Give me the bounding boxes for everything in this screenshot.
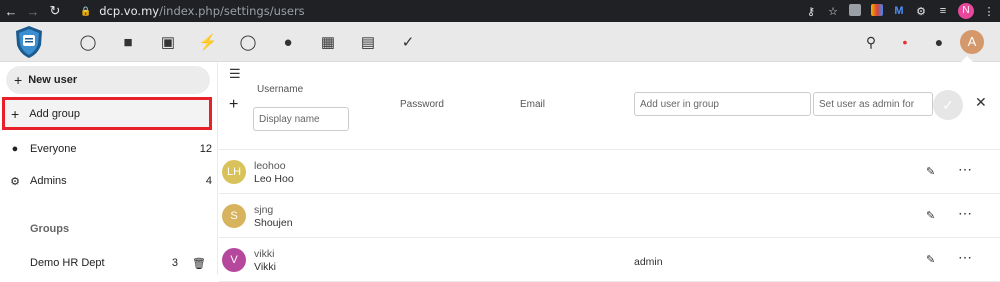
app-logo-icon[interactable] (14, 25, 44, 59)
browser-toolbar: ← → ↻ 🔒 dcp.vo.my/index.php/settings/use… (0, 0, 1000, 22)
table-row: V vikki Vikki admin ✎ ⋯ (219, 238, 1000, 282)
sidebar-item-label: Admins (30, 175, 67, 187)
files-folder-icon[interactable]: ■ (108, 22, 148, 62)
new-user-label: New user (28, 74, 78, 86)
username: vikki (254, 248, 275, 260)
edit-pencil-icon[interactable]: ✎ (926, 253, 935, 266)
admin-gear-icon: ⚙ (10, 175, 20, 188)
reading-list-icon[interactable]: ≡ (932, 5, 954, 17)
display-name: Vikki (254, 261, 276, 273)
add-group-label: Add group (29, 107, 80, 120)
contacts-menu-icon[interactable]: ● (922, 22, 956, 62)
display-name: Shoujen (254, 217, 293, 229)
sidebar-item-label: Everyone (30, 143, 77, 155)
email-label: Email (520, 99, 546, 110)
tasks-check-icon[interactable]: ✓ (388, 22, 428, 62)
confirm-add-button[interactable]: ✓ (933, 90, 963, 120)
sidebar-item-count: 4 (205, 175, 212, 187)
plus-icon: + (11, 105, 20, 122)
extension-k-icon[interactable] (844, 3, 866, 19)
url-path: /index.php/settings/users (159, 4, 305, 18)
contacts-icon[interactable]: ● (268, 22, 308, 62)
display-name: Leo Hoo (254, 173, 294, 185)
user-avatar[interactable]: A (960, 30, 984, 54)
star-icon[interactable]: ☆ (822, 5, 844, 18)
groups-caption: Groups (30, 223, 70, 235)
admin-select[interactable]: Set user as admin for (813, 92, 933, 116)
trash-icon[interactable]: 🗑 (192, 257, 206, 270)
group-admin: admin (634, 256, 663, 268)
display-name-field[interactable]: Display name (253, 107, 349, 131)
edit-pencil-icon[interactable]: ✎ (926, 165, 935, 178)
dashboard-icon[interactable]: ◯ (68, 22, 108, 62)
table-row: S sjng Shoujen ✎ ⋯ (219, 194, 1000, 238)
forward-icon[interactable]: → (22, 4, 44, 19)
group-select[interactable]: Add user in group (634, 92, 811, 116)
avatar: LH (222, 160, 246, 184)
avatar: V (222, 248, 246, 272)
new-user-form: + Username Display name Password Email A… (219, 80, 1000, 150)
avatar: S (222, 204, 246, 228)
key-icon[interactable]: ⚷ (800, 5, 822, 18)
activity-bolt-icon[interactable]: ⚡ (188, 22, 228, 62)
group-label: Demo HR Dept (30, 257, 105, 269)
password-label: Password (400, 99, 444, 110)
talk-icon[interactable]: ◯ (228, 22, 268, 62)
username-label: Username (257, 84, 304, 95)
url-host: dcp.vo.my (99, 4, 160, 18)
sidebar: + New user + Add group ● Everyone 12 ⚙ A… (0, 62, 218, 275)
calendar-icon[interactable]: ▦ (308, 22, 348, 62)
table-row: LH leohoo Leo Hoo ✎ ⋯ (219, 150, 1000, 194)
lock-icon[interactable]: 🔒 (80, 6, 91, 17)
reload-icon[interactable]: ↻ (44, 3, 66, 19)
sidebar-item-everyone[interactable]: ● Everyone 12 (0, 136, 218, 162)
user-list: ☰ + Username Display name Password Email… (219, 62, 1000, 282)
deck-icon[interactable]: ▤ (348, 22, 388, 62)
close-icon[interactable]: ✕ (975, 94, 987, 111)
users-icon: ● (11, 143, 19, 155)
back-icon[interactable]: ← (0, 4, 22, 19)
search-icon[interactable]: ⚲ (854, 22, 888, 62)
username: leohoo (254, 160, 286, 172)
browser-menu-icon[interactable]: ⋮ (978, 5, 1000, 18)
username: sjng (254, 204, 274, 216)
sidebar-item-demo-hr-dept[interactable]: Demo HR Dept 3 🗑 (0, 252, 218, 274)
new-user-button[interactable]: + New user (6, 66, 210, 94)
group-count: 3 (171, 257, 178, 269)
app-header: ◯ ■ ▣ ⚡ ◯ ● ▦ ▤ ✓ ⚲ • ● A (0, 22, 1000, 62)
extension-m-icon[interactable]: M (888, 5, 910, 17)
add-group-button[interactable]: + Add group (2, 97, 212, 130)
extensions-puzzle-icon[interactable]: ⚙ (910, 5, 932, 18)
address-bar[interactable]: dcp.vo.my/index.php/settings/users (99, 4, 304, 18)
plus-icon: + (229, 96, 239, 113)
photos-icon[interactable]: ▣ (148, 22, 188, 62)
extension-tricolor-icon[interactable] (866, 3, 888, 19)
edit-pencil-icon[interactable]: ✎ (926, 209, 935, 222)
plus-icon: + (14, 72, 23, 88)
notifications-icon[interactable]: • (888, 22, 922, 62)
more-options-icon[interactable]: ⋯ (958, 205, 973, 222)
sidebar-item-admins[interactable]: ⚙ Admins 4 (0, 168, 218, 194)
more-options-icon[interactable]: ⋯ (958, 249, 973, 266)
profile-avatar[interactable]: N (958, 3, 974, 19)
more-options-icon[interactable]: ⋯ (958, 161, 973, 178)
sidebar-item-count: 12 (199, 143, 212, 155)
